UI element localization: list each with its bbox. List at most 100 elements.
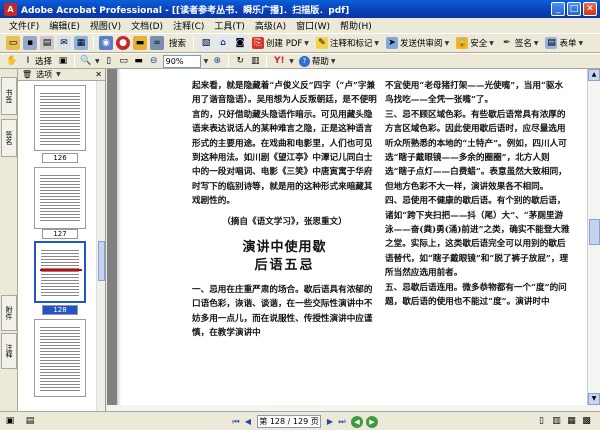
scroll-up-arrow[interactable]: ▲: [588, 69, 600, 81]
minimize-button[interactable]: _: [551, 2, 565, 16]
chevron-down-icon: ▼: [533, 39, 539, 47]
hand-tool-icon[interactable]: ✋: [6, 55, 18, 67]
chevron-down-icon[interactable]: ▼: [289, 58, 294, 65]
folder-icon[interactable]: ▬: [133, 36, 147, 50]
forms-button[interactable]: ▤ 表单 ▼: [543, 35, 585, 51]
chevron-down-icon[interactable]: ▼: [56, 71, 61, 78]
search-label: 搜索: [169, 39, 187, 49]
source-citation: （摘自《语文学习》，张思重文）: [222, 216, 347, 227]
snapshot-icon[interactable]: ▣: [57, 55, 69, 67]
zoom-in-icon[interactable]: 🔍: [80, 55, 92, 67]
maximize-button[interactable]: □: [567, 2, 581, 16]
search-button[interactable]: 搜索: [167, 35, 188, 51]
comment-label: 注释和标记: [329, 39, 373, 49]
menu-window[interactable]: 窗口(W): [291, 19, 335, 32]
toolbar-separator: [266, 54, 268, 68]
zoom-in-plus-icon[interactable]: ⊕: [211, 55, 223, 67]
menu-file[interactable]: 文件(F): [4, 19, 44, 32]
actual-size-icon[interactable]: ▯: [103, 55, 115, 67]
facing-icon[interactable]: ▦: [566, 415, 577, 426]
menu-view[interactable]: 视图(V): [85, 19, 126, 32]
previous-page-button[interactable]: ◀: [242, 416, 254, 428]
menu-comments[interactable]: 注释(C): [168, 19, 209, 32]
send-review-button[interactable]: ➤ 发送供审阅 ▼: [384, 35, 451, 51]
send-icon: ➤: [386, 37, 399, 49]
view-box-indicator: [40, 269, 82, 271]
tab-bookmarks[interactable]: 书签: [1, 77, 17, 115]
right-text-column: 不宜使用“老母猪打架——光使嘴”，当用“驱水鸟找吃——全凭一张嘴”了。 三、忌不…: [385, 79, 570, 310]
tab-attachments[interactable]: 附件: [1, 295, 17, 331]
page-view-icon[interactable]: ▣: [4, 415, 16, 427]
thumbnails-scrollbar[interactable]: [96, 81, 105, 411]
fit-page-icon[interactable]: ▭: [118, 55, 130, 67]
page-layout-icon[interactable]: ▥: [249, 55, 261, 67]
tab-signatures[interactable]: 签名: [1, 119, 17, 157]
chevron-down-icon[interactable]: ▼: [95, 58, 100, 65]
secure-button[interactable]: 🔒 安全 ▼: [454, 35, 496, 51]
document-view[interactable]: 起来看，就是隐藏着“卢俊义反”四字（“卢”字兼用了谐音隐语）。吴用想为人反叛朝廷…: [107, 69, 587, 405]
navigation-toolbar: ✋ I 选择 ▣ 🔍 ▼ ▯ ▭ ▬ ⊖ 90% ▼ ⊕ ↻ ▥ Y! ▼ ? …: [0, 53, 600, 69]
zoom-out-icon[interactable]: ⊖: [148, 55, 160, 67]
yahoo-icon[interactable]: Y!: [272, 55, 286, 67]
last-page-button[interactable]: ⏭: [336, 416, 348, 428]
camera-icon[interactable]: ◙: [233, 36, 248, 50]
next-page-button[interactable]: ▶: [324, 416, 336, 428]
forms-label: 表单: [559, 39, 577, 49]
thumbnail-page-126[interactable]: [34, 85, 86, 151]
window-title: Adobe Acrobat Professional - [[读者参考丛书．瞬乐…: [21, 5, 350, 16]
document-scrollbar[interactable]: ▲ ▼: [587, 69, 600, 405]
fit-width-icon[interactable]: ▬: [133, 55, 145, 67]
scroll-thumb[interactable]: [589, 219, 600, 245]
menu-edit[interactable]: 编辑(E): [44, 19, 85, 32]
close-button[interactable]: ✕: [583, 2, 597, 16]
thumbnail-page-128[interactable]: [34, 241, 86, 303]
tasks-icon[interactable]: ▧: [199, 36, 214, 50]
next-view-button[interactable]: ▶: [366, 415, 378, 428]
comment-markup-button[interactable]: ✎ 注释和标记 ▼: [314, 35, 381, 51]
first-page-button[interactable]: ⏮: [230, 416, 242, 428]
title-bar[interactable]: A Adobe Acrobat Professional - [[读者参考丛书．…: [0, 0, 600, 18]
page-number-field[interactable]: 第 128 / 129 页: [257, 415, 321, 428]
organizer-icon[interactable]: ▦: [74, 36, 88, 50]
rotate-icon[interactable]: ↻: [234, 55, 246, 67]
attach-icon[interactable]: ⌂: [216, 36, 231, 50]
continuous-icon[interactable]: ▥: [551, 415, 562, 426]
collaborate-icon[interactable]: ◉: [99, 36, 113, 50]
paragraph: 有个别的歇后语，诸如“跨下夹扫把——抖（尾）大”、“茅厕里游泳——奋(粪)勇(涌…: [385, 196, 570, 279]
trash-icon[interactable]: 🗑: [22, 70, 32, 79]
stop-icon[interactable]: ●: [116, 36, 130, 50]
email-icon[interactable]: ✉: [57, 36, 71, 50]
options-menu[interactable]: 选项: [36, 69, 52, 80]
select-tool-button[interactable]: I 选择: [21, 53, 54, 69]
chevron-down-icon: ▼: [374, 39, 380, 47]
menu-tools[interactable]: 工具(T): [209, 19, 250, 32]
view-mode-buttons: ▯ ▥ ▦ ▩: [536, 415, 592, 426]
print-icon[interactable]: ▤: [40, 36, 54, 50]
layout-icon[interactable]: ▤: [24, 415, 36, 427]
page-navigation: ⏮ ◀ 第 128 / 129 页 ▶ ⏭ ◀ ▶: [230, 415, 378, 428]
continuous-facing-icon[interactable]: ▩: [581, 415, 592, 426]
zoom-input[interactable]: 90%: [162, 54, 201, 68]
chevron-down-icon[interactable]: ▼: [204, 58, 209, 65]
help-button[interactable]: ? 帮助 ▼: [297, 53, 338, 69]
scroll-thumb[interactable]: [98, 241, 105, 281]
section-heading: 一、忌用在庄重严肃的场合。: [192, 285, 304, 296]
close-icon[interactable]: ✕: [95, 70, 102, 79]
open-folder-icon[interactable]: ▭: [6, 36, 20, 50]
menu-document[interactable]: 文档(D): [126, 19, 168, 32]
tab-comments[interactable]: 注释: [1, 333, 17, 369]
create-pdf-button[interactable]: ⎘ 创建 PDF ▼: [250, 35, 311, 51]
single-page-icon[interactable]: ▯: [536, 415, 547, 426]
thumbnail-page-127[interactable]: [34, 167, 86, 229]
previous-view-button[interactable]: ◀: [351, 415, 363, 428]
article-title-line1: 演讲中使用歇: [242, 240, 327, 256]
menu-advanced[interactable]: 高级(A): [250, 19, 291, 32]
save-icon[interactable]: ▪: [23, 36, 37, 50]
secure-label: 安全: [470, 39, 488, 49]
thumbnail-page-129[interactable]: [34, 319, 86, 397]
binoculars-icon[interactable]: ∞: [150, 36, 164, 50]
menu-help[interactable]: 帮助(H): [335, 19, 377, 32]
chevron-down-icon: ▼: [304, 39, 309, 47]
sign-button[interactable]: ✒ 签名 ▼: [499, 35, 541, 51]
scroll-down-arrow[interactable]: ▼: [588, 393, 600, 405]
